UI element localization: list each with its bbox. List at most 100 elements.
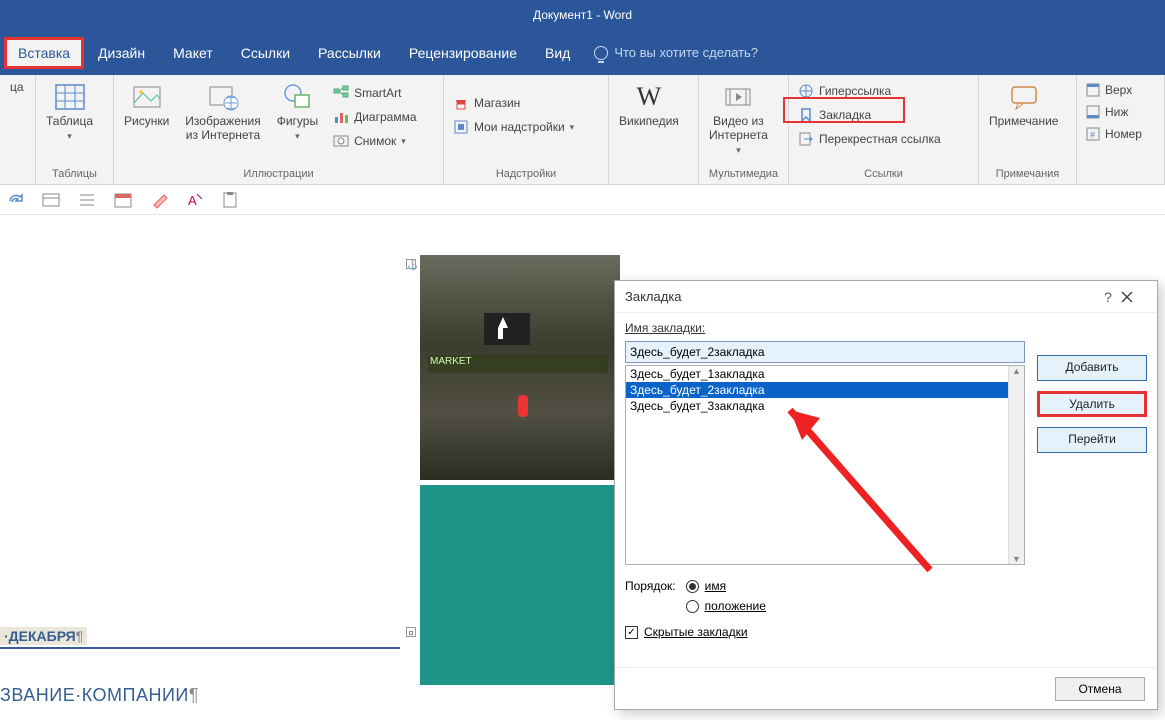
- store-button[interactable]: Магазин: [450, 93, 577, 113]
- store-icon: [453, 95, 469, 111]
- clear-format-icon[interactable]: A: [186, 191, 204, 209]
- list-icon[interactable]: [78, 191, 96, 209]
- teal-shape[interactable]: [420, 485, 620, 685]
- form-icon[interactable]: [42, 191, 60, 209]
- add-button[interactable]: Добавить: [1037, 355, 1147, 381]
- tab-design[interactable]: Дизайн: [84, 37, 159, 69]
- page-crumb: ца: [6, 79, 28, 97]
- addins-icon: [453, 119, 469, 135]
- order-by-position-radio[interactable]: положение: [686, 599, 766, 613]
- links-group-label: Ссылки: [795, 168, 972, 182]
- hyperlink-icon: [798, 83, 814, 99]
- wikipedia-label: Википедия: [619, 115, 679, 129]
- traffic-light-icon: [518, 395, 528, 417]
- calendar-icon[interactable]: [114, 191, 132, 209]
- group-wikipedia: W Википедия: [609, 75, 699, 184]
- quick-access-toolbar: A: [0, 185, 1165, 215]
- footer-button[interactable]: Ниж: [1083, 103, 1145, 121]
- table-button[interactable]: Таблица: [42, 79, 97, 143]
- group-media: Видео из Интернета Мультимедиа: [699, 75, 789, 184]
- pictures-label: Рисунки: [124, 115, 169, 129]
- online-pictures-button[interactable]: Изображения из Интернета: [181, 79, 264, 145]
- eraser-icon[interactable]: [150, 191, 168, 209]
- anchor-icon: ⚓: [406, 259, 416, 269]
- close-button[interactable]: [1121, 291, 1147, 303]
- goto-button[interactable]: Перейти: [1037, 427, 1147, 453]
- crossref-button[interactable]: Перекрестная ссылка: [795, 129, 944, 149]
- screenshot-label: Снимок: [354, 134, 396, 148]
- footer-label: Ниж: [1105, 105, 1128, 119]
- comment-button[interactable]: Примечание: [985, 79, 1062, 131]
- list-item[interactable]: Здесь_будет_2закладка: [626, 382, 1024, 398]
- dialog-titlebar[interactable]: Закладка ?: [615, 281, 1157, 313]
- header-label: Верх: [1105, 83, 1132, 97]
- order-name-label: имя: [705, 579, 726, 593]
- pictures-icon: [131, 81, 163, 113]
- cancel-button[interactable]: Отмена: [1055, 677, 1145, 701]
- tell-me-placeholder: Что вы хотите сделать?: [614, 45, 758, 60]
- page-number-label: Номер: [1105, 127, 1142, 141]
- bookmark-name-input[interactable]: [625, 341, 1025, 363]
- hyperlink-button[interactable]: Гиперссылка: [795, 81, 944, 101]
- date-text[interactable]: ·ДЕКАБРЯ¶: [0, 627, 87, 645]
- my-addins-button[interactable]: Мои надстройки: [450, 117, 577, 137]
- redo-icon[interactable]: [6, 191, 24, 209]
- comment-icon: [1008, 81, 1040, 113]
- delete-button[interactable]: Удалить: [1037, 391, 1147, 417]
- online-video-button[interactable]: Видео из Интернета: [705, 79, 772, 157]
- screenshot-button[interactable]: Снимок: [330, 131, 419, 151]
- lightbulb-icon: [594, 46, 608, 60]
- smartart-label: SmartArt: [354, 86, 401, 100]
- page-number-button[interactable]: #Номер: [1083, 125, 1145, 143]
- bookmark-name-label: Имя закладки:: [625, 321, 705, 335]
- tab-mailings[interactable]: Рассылки: [304, 37, 395, 69]
- store-label: Магазин: [474, 96, 520, 110]
- hidden-label: Скрытые закладки: [644, 625, 748, 639]
- radio-on-icon: [686, 580, 699, 593]
- shapes-icon: [281, 81, 313, 113]
- hidden-bookmarks-checkbox[interactable]: ✓ Скрытые закладки: [625, 625, 1147, 639]
- comment-label: Примечание: [989, 115, 1058, 129]
- ribbon-tabstrip: Вставка Дизайн Макет Ссылки Рассылки Рец…: [0, 30, 1165, 75]
- bookmark-label: Закладка: [819, 108, 871, 122]
- help-button[interactable]: ?: [1095, 289, 1121, 305]
- comments-group-label: Примечания: [985, 168, 1070, 182]
- header-button[interactable]: Верх: [1083, 81, 1145, 99]
- order-label: Порядок:: [625, 579, 676, 593]
- tab-references[interactable]: Ссылки: [227, 37, 304, 69]
- bookmark-dialog: Закладка ? Имя закладки: Здесь_будет_1за…: [614, 280, 1158, 710]
- video-icon: [722, 81, 754, 113]
- group-illustrations: Рисунки Изображения из Интернета Фигуры …: [114, 75, 444, 184]
- scroll-down-icon[interactable]: ▼: [1009, 554, 1024, 564]
- chart-button[interactable]: Диаграмма: [330, 107, 419, 127]
- pictures-button[interactable]: Рисунки: [120, 79, 173, 131]
- ribbon: ца Таблица Таблицы Рисунки Изображения и…: [0, 75, 1165, 185]
- tab-view[interactable]: Вид: [531, 37, 584, 69]
- shapes-button[interactable]: Фигуры: [273, 79, 322, 143]
- illustrations-group-label: Иллюстрации: [120, 168, 437, 182]
- chart-label: Диаграмма: [354, 110, 416, 124]
- bookmark-list[interactable]: Здесь_будет_1закладка Здесь_будет_2закла…: [625, 365, 1025, 565]
- order-by-name-radio[interactable]: имя: [686, 579, 766, 593]
- paste-icon[interactable]: [222, 191, 240, 209]
- title-bar: Документ1 - Word: [0, 0, 1165, 30]
- smartart-icon: [333, 85, 349, 101]
- wikipedia-button[interactable]: W Википедия: [615, 79, 683, 131]
- table-icon: [54, 81, 86, 113]
- group-tables: Таблица Таблицы: [36, 75, 114, 184]
- scrollbar[interactable]: ▲ ▼: [1008, 366, 1024, 564]
- embedded-photo[interactable]: MARKET: [420, 255, 620, 480]
- svg-text:A: A: [188, 193, 197, 208]
- list-item[interactable]: Здесь_будет_1закладка: [626, 366, 1024, 382]
- group-links: Гиперссылка Закладка Перекрестная ссылка…: [789, 75, 979, 184]
- tab-review[interactable]: Рецензирование: [395, 37, 531, 69]
- tell-me-search[interactable]: Что вы хотите сделать?: [594, 45, 758, 60]
- hyperlink-label: Гиперссылка: [819, 84, 891, 98]
- smartart-button[interactable]: SmartArt: [330, 83, 419, 103]
- tab-insert[interactable]: Вставка: [4, 37, 84, 69]
- bookmark-button[interactable]: Закладка: [795, 105, 944, 125]
- tab-layout[interactable]: Макет: [159, 37, 227, 69]
- scroll-up-icon[interactable]: ▲: [1009, 366, 1024, 376]
- list-item[interactable]: Здесь_будет_3закладка: [626, 398, 1024, 414]
- company-text[interactable]: ЗВАНИЕ·КОМПАНИИ¶: [0, 685, 199, 706]
